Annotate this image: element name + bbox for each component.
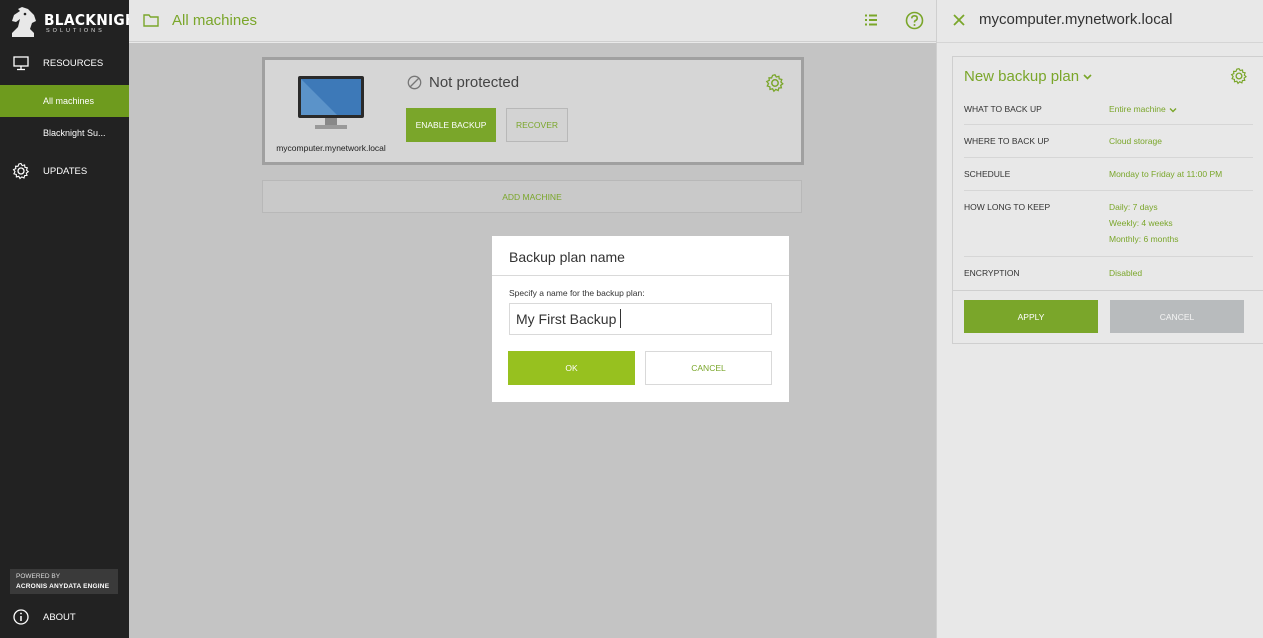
row-key: SCHEDULE [964, 169, 1011, 179]
plan-box: New backup plan WHAT TO BACK UP Entire m… [952, 56, 1263, 344]
row-key: HOW LONG TO KEEP [964, 202, 1051, 212]
ok-button[interactable]: OK [508, 351, 635, 385]
sidebar-item-label: Blacknight Su... [43, 128, 106, 138]
enable-backup-button[interactable]: ENABLE BACKUP [406, 108, 496, 142]
sidebar: BLACKNIGHT SOLUTIONS RESOURCES All machi… [0, 0, 146, 638]
dialog-divider [492, 275, 789, 276]
sidebar-item-resources[interactable]: RESOURCES [0, 52, 129, 74]
retention-weekly: Weekly: 4 weeks [1109, 218, 1173, 228]
sidebar-item-about[interactable]: ABOUT [0, 606, 129, 628]
row-key: WHAT TO BACK UP [964, 104, 1042, 114]
chevron-down-icon [1169, 107, 1177, 113]
sidebar-item-label: UPDATES [43, 165, 88, 177]
top-bar: All machines [129, 0, 937, 42]
sidebar-item-label: ABOUT [43, 611, 76, 623]
powered-by-label: POWERED BY [16, 573, 61, 580]
folder-icon [143, 14, 159, 27]
backup-plan-name-dialog: Backup plan name Specify a name for the … [492, 236, 789, 402]
machine-name: mycomputer.mynetwork.local [276, 143, 386, 153]
cancel-button[interactable]: CANCEL [645, 351, 772, 385]
plan-name-input[interactable] [509, 303, 772, 335]
retention-daily: Daily: 7 days [1109, 202, 1158, 212]
row-how-long-to-keep: HOW LONG TO KEEP Daily: 7 days Weekly: 4… [964, 191, 1253, 257]
dialog-label: Specify a name for the backup plan: [509, 288, 645, 298]
plan-name-dropdown[interactable]: New backup plan [964, 68, 1092, 85]
encryption-value[interactable]: Disabled [1109, 265, 1142, 281]
text-caret [620, 309, 621, 328]
row-where-to-back-up: WHERE TO BACK UP Cloud storage [964, 125, 1253, 158]
protection-status: Not protected [407, 74, 519, 91]
row-what-to-back-up: WHAT TO BACK UP Entire machine [964, 93, 1253, 125]
sidebar-item-all-machines[interactable]: All machines [0, 85, 129, 117]
recover-button[interactable]: RECOVER [506, 108, 568, 142]
not-protected-icon [407, 75, 422, 90]
row-encryption: ENCRYPTION Disabled [964, 257, 1253, 290]
schedule-value[interactable]: Monday to Friday at 11:00 PM [1109, 166, 1222, 182]
computer-icon [298, 76, 364, 129]
sidebar-item-label: RESOURCES [43, 57, 104, 69]
page-title: All machines [172, 12, 258, 29]
close-icon[interactable] [952, 13, 966, 27]
gear-icon [12, 162, 30, 180]
row-value: Entire machine [1109, 104, 1166, 114]
retention-monthly: Monthly: 6 months [1109, 234, 1179, 244]
gear-icon[interactable] [765, 73, 785, 93]
info-icon [13, 609, 29, 625]
apply-button[interactable]: APPLY [964, 300, 1098, 333]
brand-logo: BLACKNIGHT SOLUTIONS [8, 5, 146, 39]
list-icon[interactable] [864, 13, 878, 27]
dialog-title: Backup plan name [509, 249, 625, 265]
machine-card[interactable]: mycomputer.mynetwork.local Not protected… [262, 57, 804, 165]
panel-divider [953, 290, 1263, 291]
row-schedule: SCHEDULE Monday to Friday at 11:00 PM [964, 158, 1253, 191]
what-to-back-up-value[interactable]: Entire machine [1109, 101, 1177, 117]
cancel-button[interactable]: CANCEL [1110, 300, 1244, 333]
panel-title: mycomputer.mynetwork.local [979, 11, 1173, 28]
sidebar-item-label: All machines [43, 96, 95, 106]
panel-header: mycomputer.mynetwork.local [937, 0, 1263, 43]
sidebar-item-blacknight[interactable]: Blacknight Su... [0, 117, 129, 149]
add-machine-button[interactable]: ADD MACHINE [262, 180, 802, 213]
gear-icon[interactable] [1230, 67, 1248, 85]
row-key: WHERE TO BACK UP [964, 136, 1050, 146]
plan-name: New backup plan [964, 68, 1080, 85]
where-to-back-up-value[interactable]: Cloud storage [1109, 133, 1162, 149]
chevron-down-icon [1083, 74, 1092, 80]
row-key: ENCRYPTION [964, 268, 1020, 278]
retention-values[interactable]: Daily: 7 days Weekly: 4 weeks Monthly: 6… [1109, 199, 1178, 247]
knight-logo-icon [12, 7, 36, 37]
status-text: Not protected [429, 74, 520, 91]
sidebar-item-updates[interactable]: UPDATES [0, 160, 129, 182]
powered-by-badge: POWERED BY ACRONIS ANYDATA ENGINE [10, 569, 118, 594]
engine-name: ACRONIS ANYDATA ENGINE [16, 583, 110, 590]
backup-plan-panel: mycomputer.mynetwork.local New backup pl… [936, 0, 1263, 638]
help-icon[interactable] [905, 11, 924, 30]
monitor-icon [13, 56, 29, 71]
brand-sub: SOLUTIONS [46, 28, 105, 34]
